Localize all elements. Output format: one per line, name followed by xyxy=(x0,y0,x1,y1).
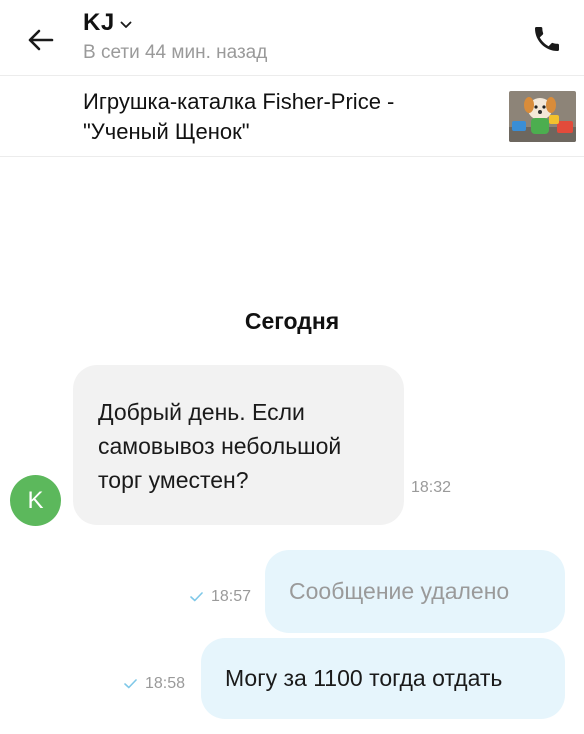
avatar[interactable]: K xyxy=(10,475,61,526)
arrow-left-icon xyxy=(28,29,54,51)
deleted-message[interactable]: Сообщение удалено xyxy=(265,550,565,633)
contact-name-row[interactable]: KJ xyxy=(83,9,267,37)
message-text: Могу за 1100 тогда отдать xyxy=(225,665,503,691)
message-text: Сообщение удалено xyxy=(289,578,510,604)
message-time: 18:58 xyxy=(145,675,186,692)
call-button[interactable] xyxy=(528,20,566,58)
listing-bar[interactable]: Игрушка-каталка Fisher-Price - "Ученый Щ… xyxy=(0,77,584,157)
message-meta: 18:57 xyxy=(190,588,251,606)
phone-icon xyxy=(535,27,559,51)
chevron-down-icon xyxy=(120,21,132,29)
incoming-message[interactable]: Добрый день. Если самовывоз небольшой то… xyxy=(73,365,404,525)
contact-info[interactable]: KJ В сети 44 мин. назад xyxy=(83,9,267,64)
check-icon xyxy=(124,679,137,689)
date-separator: Сегодня xyxy=(244,308,340,334)
contact-name: KJ xyxy=(83,9,115,36)
online-status: В сети 44 мин. назад xyxy=(83,42,268,63)
message-time: 18:57 xyxy=(211,588,252,605)
message-text: Добрый день. Если самовывоз небольшой то… xyxy=(98,399,342,493)
message-time: 18:32 xyxy=(411,479,452,496)
back-button[interactable] xyxy=(22,24,58,56)
check-icon xyxy=(190,592,203,602)
chat-header: KJ В сети 44 мин. назад xyxy=(0,0,584,76)
avatar-letter: K xyxy=(27,486,44,514)
outgoing-message[interactable]: Могу за 1100 тогда отдать xyxy=(201,638,565,719)
listing-thumbnail[interactable] xyxy=(509,91,576,142)
listing-title[interactable]: Игрушка-каталка Fisher-Price - "Ученый Щ… xyxy=(83,87,473,147)
message-meta: 18:58 xyxy=(124,675,185,693)
